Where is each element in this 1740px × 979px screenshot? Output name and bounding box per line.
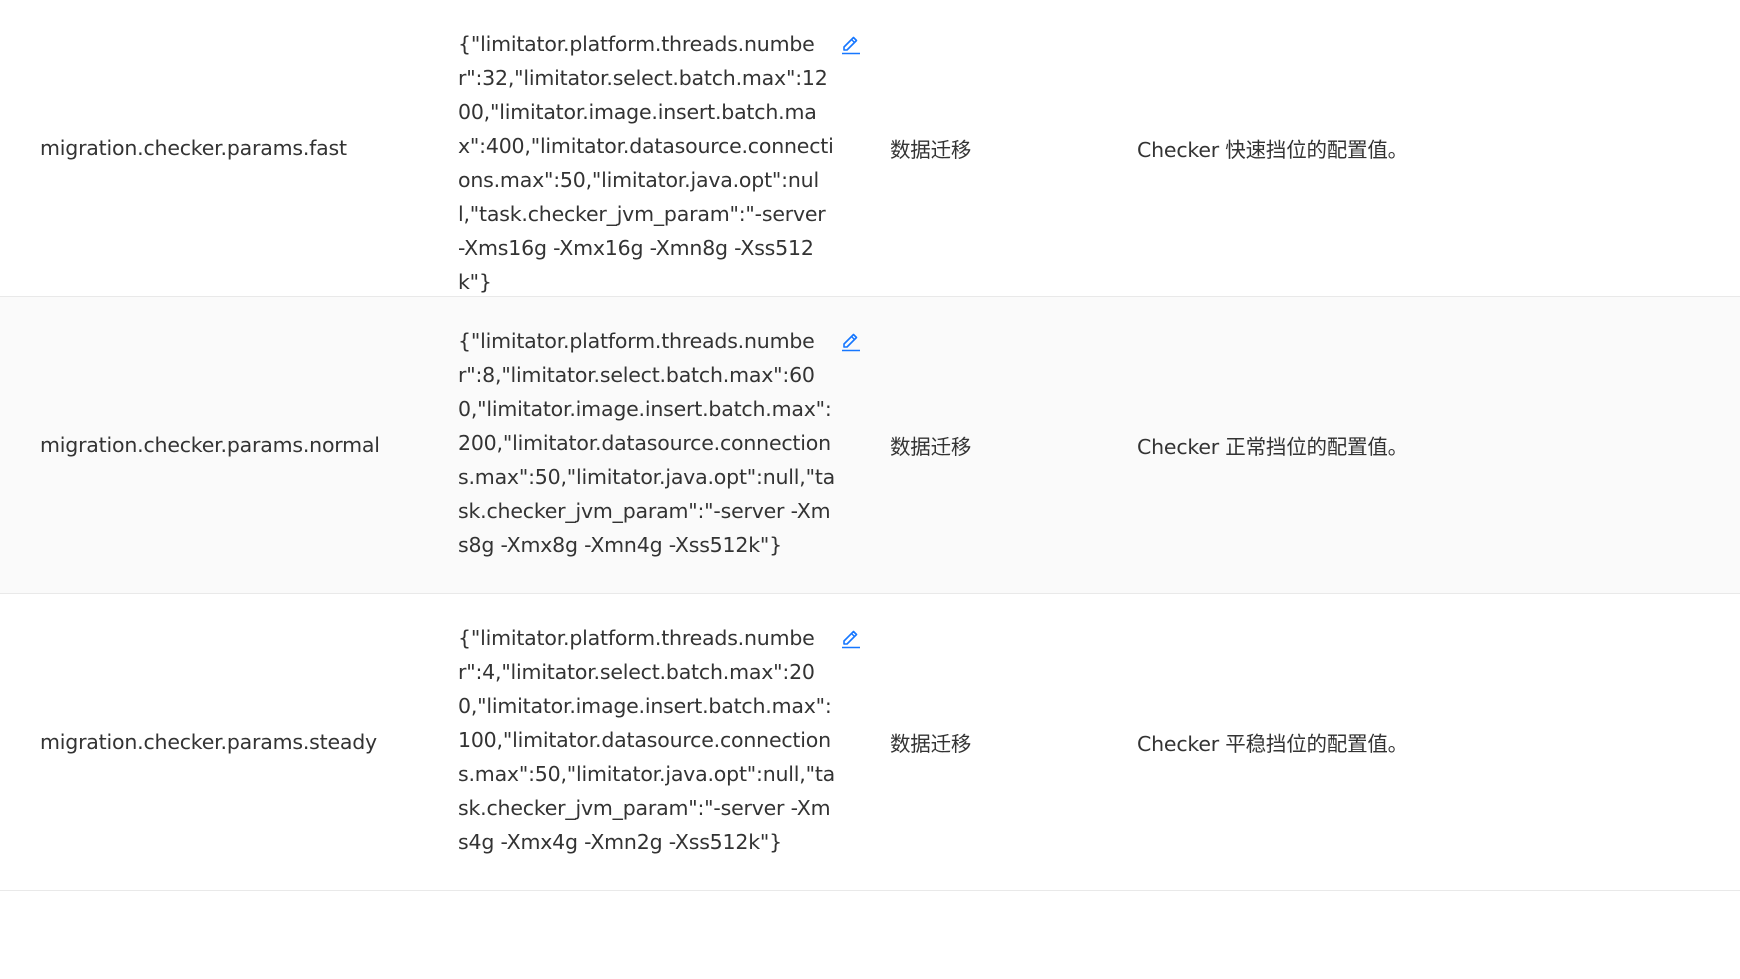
- param-value: {"limitator.platform.threads.number":8,"…: [458, 329, 836, 557]
- param-module: 数据迁移: [890, 435, 972, 459]
- edit-icon[interactable]: [840, 628, 862, 650]
- edit-icon[interactable]: [840, 331, 862, 353]
- param-module: 数据迁移: [890, 138, 972, 162]
- param-name: migration.checker.params.fast: [40, 136, 347, 160]
- table-row: migration.checker.params.fast {"limitato…: [0, 0, 1740, 297]
- param-description: Checker 正常挡位的配置值。: [1137, 435, 1408, 459]
- param-description: Checker 快速挡位的配置值。: [1137, 138, 1408, 162]
- edit-icon[interactable]: [840, 34, 862, 56]
- param-name: migration.checker.params.normal: [40, 433, 380, 457]
- table-row: migration.checker.params.normal {"limita…: [0, 297, 1740, 594]
- param-module: 数据迁移: [890, 732, 972, 756]
- param-description: Checker 平稳挡位的配置值。: [1137, 732, 1408, 756]
- param-value: {"limitator.platform.threads.number":32,…: [458, 32, 834, 294]
- parameter-table: migration.checker.params.fast {"limitato…: [0, 0, 1740, 891]
- param-name: migration.checker.params.steady: [40, 730, 377, 754]
- param-value: {"limitator.platform.threads.number":4,"…: [458, 626, 836, 854]
- table-row: migration.checker.params.steady {"limita…: [0, 594, 1740, 891]
